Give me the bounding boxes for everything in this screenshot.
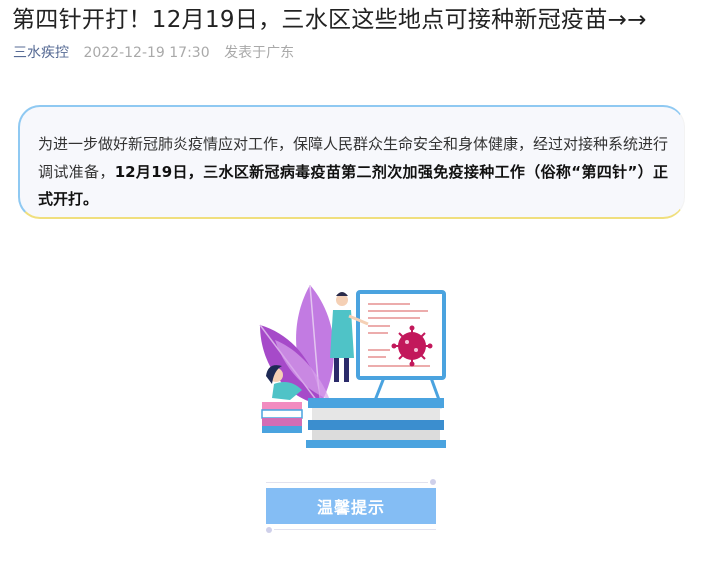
account-name-link[interactable]: 三水疾控 [13,45,69,61]
intro-box: 为进一步做好新冠肺炎疫情应对工作，保障人民群众生命安全和身体健康，经过对接种系统… [18,105,685,219]
divider [266,482,428,483]
decor-dot [430,479,436,485]
divider [274,529,436,530]
tips-section: 温馨提示 [262,478,440,534]
tips-button[interactable]: 温馨提示 [266,488,436,524]
decor-dot [266,527,272,533]
intro-text-bold: 12月19日，三水区新冠病毒疫苗第二剂次加强免疫接种工作（俗称“第四针”）正式开… [38,162,668,209]
intro-paragraph: 为进一步做好新冠肺炎疫情应对工作，保障人民群众生命安全和身体健康，经过对接种系统… [38,131,668,214]
article-title: 第四针开打！12月19日，三水区这些地点可接种新冠疫苗→→ [12,7,647,33]
publish-location: 发表于广东 [224,45,295,61]
article-meta: 三水疾控 2022-12-19 17:30 发表于广东 [13,43,294,63]
books-stack [261,398,446,448]
publish-date: 2022-12-19 17:30 [83,45,210,61]
vaccine-illustration-icon [259,284,446,448]
